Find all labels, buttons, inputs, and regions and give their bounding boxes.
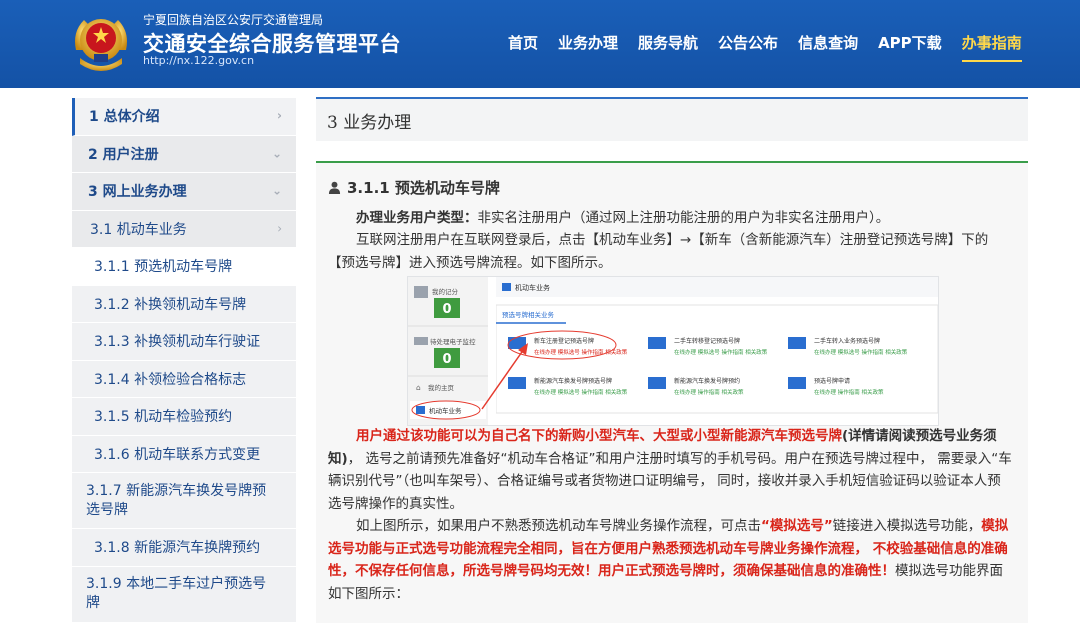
police-emblem-icon[interactable] bbox=[70, 10, 132, 76]
simulate-link[interactable]: “模拟选号” bbox=[761, 518, 833, 534]
sidebar-item-ev-plate[interactable]: 3.1.7 新能源汽车换发号牌预选号牌 bbox=[72, 473, 296, 529]
sidebar-item-used-car-plate[interactable]: 3.1.9 本地二手车过户预选号牌 bbox=[72, 566, 296, 623]
sidebar-item-label: 3.1.1 预选机动车号牌 bbox=[94, 259, 233, 276]
section-title: 3 业务办理 bbox=[316, 97, 1028, 141]
my-score-label: 我的记分 bbox=[432, 287, 459, 296]
sidebar: 1 总体介绍 › 2 用户注册 ⌄ 3 网上业务办理 ⌄ 3.1 机动车业务 ›… bbox=[72, 98, 296, 623]
subsection-title: 3.1.1 预选机动车号牌 bbox=[328, 177, 500, 198]
user-icon bbox=[328, 181, 341, 194]
sidebar-item-label: 3.1.6 机动车联系方式变更 bbox=[94, 446, 261, 463]
nav-home[interactable]: 首页 bbox=[508, 32, 538, 62]
sidebar-item-inspection-booking[interactable]: 3.1.5 机动车检验预约 bbox=[72, 398, 296, 436]
calendar-icon bbox=[414, 286, 428, 298]
site-url: http://nx.122.gov.cn bbox=[143, 54, 255, 67]
pending-label: 待处理电子监控 bbox=[430, 337, 476, 346]
vehicle-label: 机动车业务 bbox=[429, 406, 462, 415]
main-nav: 首页 业务办理 服务导航 公告公布 信息查询 APP下载 办事指南 bbox=[508, 32, 1042, 62]
embedded-screenshot: 我的记分 0 待处理电子监控 0 ⌂ 我的主页 机动车业务 机动车业务 预选号牌… bbox=[407, 276, 939, 426]
car-icon bbox=[414, 337, 428, 345]
card-title: 预选号牌申请 bbox=[814, 377, 850, 385]
sidebar-item-preselect-plate[interactable]: 3.1.1 预选机动车号牌 bbox=[72, 248, 296, 286]
nav-business[interactable]: 业务办理 bbox=[558, 32, 618, 62]
sidebar-item-label: 3.1.3 补换领机动车行驶证 bbox=[94, 334, 261, 351]
pending-value: 0 bbox=[442, 352, 451, 367]
paragraph-user-type: 办理业务用户类型：非实名注册用户（通过网上注册功能注册的用户为非实名注册用户）。 bbox=[328, 207, 1014, 230]
sidebar-item-label: 3.1.8 新能源汽车换牌预约 bbox=[94, 540, 261, 557]
car-icon bbox=[416, 406, 425, 414]
card-title: 新能源汽车换发号牌预选号牌 bbox=[534, 377, 612, 385]
paragraph-entry-steps: 互联网注册用户在互联网登录后，点击【机动车业务】→【新车（含新能源汽车）注册登记… bbox=[328, 232, 989, 271]
subsection-title-text: 3.1.1 预选机动车号牌 bbox=[347, 179, 500, 197]
home-label: 我的主页 bbox=[428, 383, 455, 392]
card-links: 在线办理 操作指南 相关政策 bbox=[814, 388, 884, 396]
simulate-text-a: 如上图所示，如果用户不熟悉预选机动车号牌业务操作流程，可点击 bbox=[356, 518, 761, 534]
sidebar-item-register[interactable]: 2 用户注册 ⌄ bbox=[72, 135, 296, 173]
simulate-text-b: 链接进入模拟选号功能， bbox=[832, 518, 982, 534]
sidebar-item-label: 3.1.7 新能源汽车换发号牌预选号牌 bbox=[86, 482, 267, 518]
org-name: 宁夏回族自治区公安厅交通管理局 bbox=[143, 13, 324, 27]
nav-query[interactable]: 信息查询 bbox=[798, 32, 858, 62]
chevron-down-icon: ⌄ bbox=[271, 183, 282, 198]
card-links: 在线办理 模拟选号 操作指南 相关政策 bbox=[814, 348, 908, 356]
home-icon: ⌂ bbox=[416, 383, 421, 392]
plate-icon bbox=[648, 337, 666, 349]
sidebar-item-label: 2 用户注册 bbox=[88, 146, 159, 163]
sidebar-item-label: 3.1.9 本地二手车过户预选号牌 bbox=[86, 576, 267, 611]
score-value: 0 bbox=[442, 302, 451, 317]
paragraph-simulate: 如上图所示，如果用户不熟悉预选机动车号牌业务操作流程，可点击“模拟选号”链接进入… bbox=[328, 515, 1014, 605]
sidebar-item-label: 3.1.2 补换领机动车号牌 bbox=[94, 296, 247, 313]
card-links: 在线办理 模拟选号 操作指南 相关政策 bbox=[674, 348, 768, 356]
plate-icon bbox=[788, 337, 806, 349]
chevron-right-icon: › bbox=[277, 221, 282, 236]
paragraph-function-desc: 用户通过该功能可以为自己名下的新购小型汽车、大型或小型新能源汽车预选号牌(详情请… bbox=[328, 425, 1014, 515]
sidebar-item-overview[interactable]: 1 总体介绍 › bbox=[72, 98, 296, 136]
card-title: 二手车转入业务预选号牌 bbox=[814, 337, 880, 345]
sidebar-item-label: 3.1 机动车业务 bbox=[90, 221, 187, 238]
sidebar-item-online-business[interactable]: 3 网上业务办理 ⌄ bbox=[72, 173, 296, 211]
car-icon bbox=[502, 283, 511, 291]
sidebar-item-ev-booking[interactable]: 3.1.8 新能源汽车换牌预约 bbox=[72, 529, 296, 567]
card-title: 新车注册登记预选号牌 bbox=[534, 337, 594, 345]
nav-notice[interactable]: 公告公布 bbox=[718, 32, 778, 62]
user-type-label: 办理业务用户类型： bbox=[356, 210, 478, 226]
card-links: 在线办理 模拟选号 操作指南 相关政策 bbox=[534, 388, 628, 396]
screenshot-main-graphic: 机动车业务 预选号牌相关业务 新车注册登记预选号牌 在线办理 模拟选号 操作指南… bbox=[495, 277, 939, 414]
sidebar-item-label: 3.1.5 机动车检验预约 bbox=[94, 409, 233, 426]
sidebar-item-label: 3.1.4 补领检验合格标志 bbox=[94, 371, 247, 388]
nav-service[interactable]: 服务导航 bbox=[638, 32, 698, 62]
nav-guide[interactable]: 办事指南 bbox=[961, 32, 1022, 62]
user-type-text: 非实名注册用户（通过网上注册功能注册的用户为非实名注册用户）。 bbox=[477, 210, 890, 226]
card-title: 新能源汽车换发号牌预约 bbox=[674, 377, 740, 385]
sidebar-item-replace-license[interactable]: 3.1.3 补换领机动车行驶证 bbox=[72, 323, 296, 361]
plate-icon bbox=[648, 377, 666, 389]
card-title: 二手车转移登记预选号牌 bbox=[674, 337, 740, 345]
sidebar-item-contact-change[interactable]: 3.1.6 机动车联系方式变更 bbox=[72, 435, 296, 473]
sidebar-item-inspection-mark[interactable]: 3.1.4 补领检验合格标志 bbox=[72, 360, 296, 398]
site-header: 宁夏回族自治区公安厅交通管理局 交通安全综合服务管理平台 http://nx.1… bbox=[0, 0, 1080, 88]
chevron-right-icon: › bbox=[277, 108, 282, 123]
function-desc-text: ， 选号之前请预先准备好“机动车合格证”和用户注册时填写的手机号码。用户在预选号… bbox=[328, 450, 1012, 512]
car-icon bbox=[788, 377, 806, 389]
screenshot-title: 机动车业务 bbox=[515, 283, 550, 292]
arrow-icon bbox=[481, 343, 528, 410]
sidebar-item-label: 1 总体介绍 bbox=[89, 109, 160, 126]
sidebar-item-replace-plate[interactable]: 3.1.2 补换领机动车号牌 bbox=[72, 285, 296, 323]
sidebar-item-vehicle[interactable]: 3.1 机动车业务 › bbox=[72, 210, 296, 248]
chevron-down-icon: ⌄ bbox=[271, 146, 282, 161]
function-desc-highlight: 用户通过该功能可以为自己名下的新购小型汽车、大型或小型新能源汽车预选号牌 bbox=[356, 428, 842, 444]
card-links: 在线办理 操作指南 相关政策 bbox=[674, 388, 744, 396]
screenshot-main: 机动车业务 预选号牌相关业务 新车注册登记预选号牌 在线办理 模拟选号 操作指南… bbox=[495, 277, 939, 425]
screenshot-tab: 预选号牌相关业务 bbox=[502, 310, 555, 319]
sidebar-item-label: 3 网上业务办理 bbox=[88, 184, 187, 201]
nav-app[interactable]: APP下载 bbox=[878, 32, 942, 62]
